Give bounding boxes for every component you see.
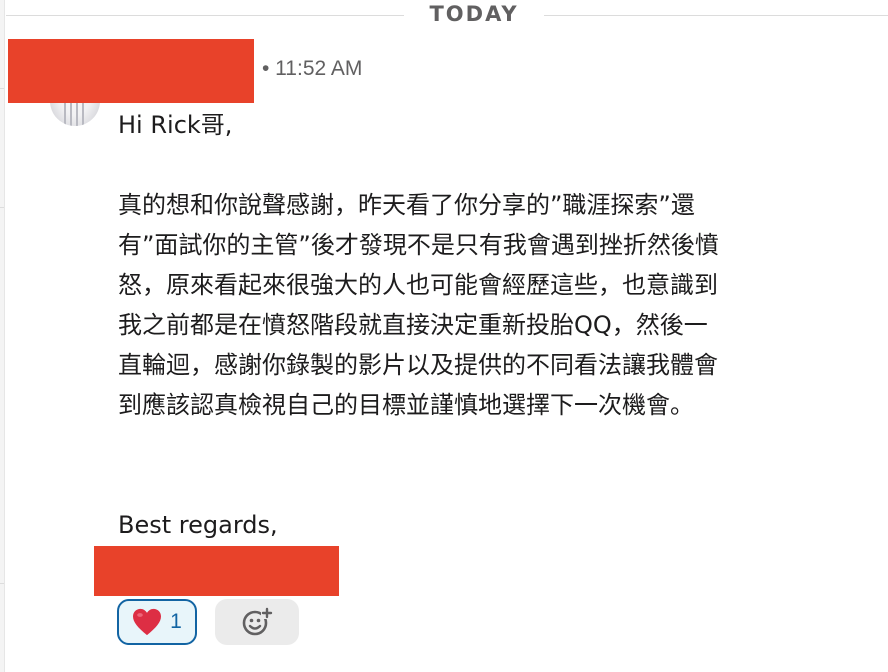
- message-closing: Best regards,: [118, 511, 278, 539]
- message-line: 怒，原來看起來很強大的人也可能會經歷這些，也意識到: [118, 271, 718, 299]
- sidebar-edge: [0, 0, 5, 672]
- message-line: 我之前都是在憤怒階段就直接決定重新投胎QQ，然後一: [118, 311, 708, 339]
- message-line: 真的想和你說聲感謝，昨天看了你分享的”職涯探索”還: [118, 191, 695, 219]
- heart-reaction-button[interactable]: 1: [117, 599, 197, 645]
- message-line: 到應該認真檢視自己的目標並謹慎地選擇下一次機會。: [118, 391, 694, 419]
- date-divider: TODAY: [0, 0, 888, 32]
- message-body: Hi Rick哥, 真的想和你說聲感謝，昨天看了你分享的”職涯探索”還 有”面試…: [118, 105, 818, 545]
- message-greeting: Hi Rick哥,: [118, 111, 233, 139]
- add-reaction-button[interactable]: [215, 599, 299, 645]
- divider-line-left: [6, 15, 404, 16]
- reaction-count: 1: [170, 610, 182, 633]
- divider-line-right: [544, 15, 888, 16]
- message-timestamp[interactable]: • 11:52 AM: [262, 57, 362, 81]
- sender-name-redaction: [8, 39, 254, 103]
- add-emoji-icon: [242, 607, 273, 636]
- date-divider-label[interactable]: TODAY: [404, 2, 544, 26]
- heart-icon: [133, 608, 162, 636]
- signature-redaction: [94, 546, 339, 596]
- message-line: 有”面試你的主管”後才發現不是只有我會遇到挫折然後憤: [118, 231, 719, 259]
- message-line: 直輪迴，感謝你錄製的影片以及提供的不同看法讓我體會: [118, 351, 718, 379]
